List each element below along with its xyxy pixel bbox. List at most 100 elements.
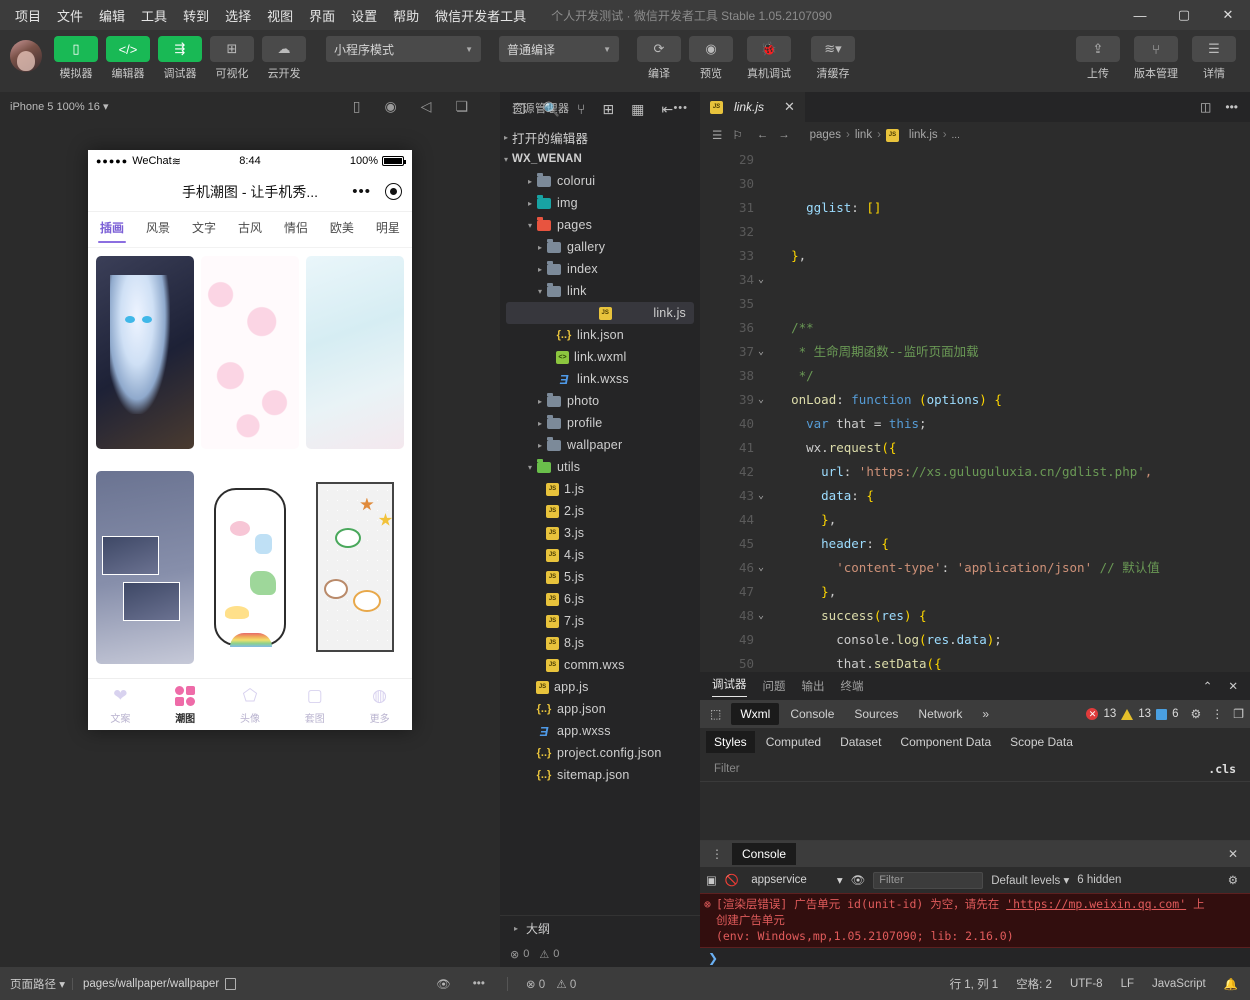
toolbar-button-details[interactable]: ☰ 详情 xyxy=(1189,36,1239,81)
outline-section[interactable]: ▸ 大纲 xyxy=(500,915,700,941)
menu-item-goto[interactable]: 转到 xyxy=(176,2,216,29)
cls-button[interactable]: .cls xyxy=(1208,762,1236,776)
devtools-tab-console[interactable]: Console xyxy=(781,703,843,725)
avatar[interactable] xyxy=(10,40,42,72)
close-icon[interactable]: ✕ xyxy=(1228,679,1238,693)
error-count[interactable]: 13 xyxy=(1103,708,1116,720)
branch-icon[interactable]: ⑂ xyxy=(577,101,585,117)
chevron-right-icon[interactable]: ▸ xyxy=(524,177,536,186)
tree-item-photo[interactable]: ▸ photo xyxy=(500,390,700,412)
tree-item-colorui[interactable]: ▸ colorui xyxy=(500,170,700,192)
console-levels-select[interactable]: Default levels ▾ xyxy=(991,873,1069,887)
phone-tabbar-item-more[interactable]: ◍ 更多 xyxy=(347,685,412,725)
editor-tab-linkjs[interactable]: JS link.js ✕ xyxy=(700,92,805,122)
kebab-icon[interactable]: ⋮ xyxy=(706,847,728,861)
wallpaper-item[interactable] xyxy=(201,256,299,449)
phone-tab-celebrity[interactable]: 明星 xyxy=(376,219,400,240)
live-expression-icon[interactable]: 👁 xyxy=(851,873,866,887)
tree-item-link-wxss[interactable]: ▸Ǝlink.wxss xyxy=(500,368,700,390)
panel-tab-output[interactable]: 输出 xyxy=(802,678,825,694)
close-circle-icon[interactable] xyxy=(385,183,402,200)
phone-rotate-icon[interactable]: ▯ xyxy=(353,98,361,115)
panel-tab-debugger[interactable]: 调试器 xyxy=(712,676,747,697)
tree-item-app-json[interactable]: ▸{..}app.json xyxy=(500,698,700,720)
gear-icon[interactable]: ⚙ xyxy=(1228,873,1244,887)
phone-tabbar-item-wenan[interactable]: ❤ 文案 xyxy=(88,685,153,725)
tree-item-wallpaper[interactable]: ▸ wallpaper xyxy=(500,434,700,456)
kebab-icon[interactable]: ⋮ xyxy=(1211,707,1223,721)
screenshot-icon[interactable]: ❏ xyxy=(455,98,468,115)
styles-filter-input[interactable]: Filter xyxy=(714,763,740,775)
phone-tabbar-item-chaotu[interactable]: 潮图 xyxy=(153,685,218,725)
error-link[interactable]: 'https://mp.weixin.qq.com' xyxy=(1006,897,1186,911)
cursor-position[interactable]: 行 1, 列 1 xyxy=(950,976,999,992)
menu-item-select[interactable]: 选择 xyxy=(218,2,258,29)
tree-item-project-config-json[interactable]: ▸{..}project.config.json xyxy=(500,742,700,764)
clear-console-icon[interactable]: 🚫 xyxy=(725,873,739,887)
phone-tabbar-item-taotu[interactable]: ▢ 套图 xyxy=(282,685,347,725)
eye-icon[interactable]: 👁 xyxy=(436,977,451,991)
console-context-select[interactable]: appservice ▾ xyxy=(747,873,842,887)
login-icon[interactable]: ⇤ xyxy=(661,101,673,118)
bell-icon[interactable]: 🔔 xyxy=(1224,977,1238,991)
more-icon[interactable]: ••• xyxy=(1225,100,1238,114)
styles-tab-scope[interactable]: Scope Data xyxy=(1002,731,1081,753)
wallpaper-item[interactable] xyxy=(306,256,404,449)
styles-tab-styles[interactable]: Styles xyxy=(706,731,755,753)
breadcrumb-pages[interactable]: pages xyxy=(810,129,841,141)
eol-setting[interactable]: LF xyxy=(1121,978,1134,990)
phone-tab-couple[interactable]: 情侣 xyxy=(284,219,308,240)
warning-count[interactable]: 13 xyxy=(1138,708,1151,720)
menu-item-devtools[interactable]: 微信开发者工具 xyxy=(428,2,533,29)
tree-open-editors[interactable]: ▸ 打开的编辑器 xyxy=(500,126,700,148)
chevron-down-icon[interactable]: ▾ xyxy=(534,287,546,296)
tree-item-gallery[interactable]: ▸ gallery xyxy=(500,236,700,258)
styles-tab-dataset[interactable]: Dataset xyxy=(832,731,889,753)
tree-item-7-js[interactable]: ▸JS7.js xyxy=(500,610,700,632)
phone-tab-text[interactable]: 文字 xyxy=(192,219,216,240)
back-arrow-icon[interactable]: ← xyxy=(757,129,769,141)
mode-select[interactable]: 小程序模式 ▼ xyxy=(326,36,481,62)
wallpaper-item[interactable] xyxy=(96,470,194,664)
menu-item-file[interactable]: 文件 xyxy=(50,2,90,29)
language-mode[interactable]: JavaScript xyxy=(1152,978,1206,990)
extensions-icon[interactable]: ⊞ xyxy=(602,101,614,118)
panel-tab-problems[interactable]: 问题 xyxy=(763,678,786,694)
record-icon[interactable]: ◉ xyxy=(384,98,396,115)
dock-icon[interactable]: ❐ xyxy=(1233,707,1244,721)
toolbar-button-compile[interactable]: ⟳ 编译 xyxy=(634,36,684,81)
breadcrumb-linkjs[interactable]: link.js xyxy=(909,129,938,141)
close-icon[interactable]: ✕ xyxy=(1228,847,1244,861)
tree-item-sitemap-json[interactable]: ▸{..}sitemap.json xyxy=(500,764,700,786)
tree-item-index[interactable]: ▸ index xyxy=(500,258,700,280)
tree-item-link[interactable]: ▾ link xyxy=(500,280,700,302)
tree-item-pages[interactable]: ▾ pages xyxy=(500,214,700,236)
breadcrumb-link[interactable]: link xyxy=(855,129,872,141)
inspect-element-icon[interactable]: ⬚ xyxy=(706,707,729,721)
search-icon[interactable]: 🔍 xyxy=(543,101,560,118)
styles-tab-component[interactable]: Component Data xyxy=(892,731,999,753)
drawer-tab-console[interactable]: Console xyxy=(732,843,797,865)
menu-item-tools[interactable]: 工具 xyxy=(134,2,174,29)
menu-item-settings[interactable]: 设置 xyxy=(344,2,384,29)
split-editor-icon[interactable]: ◫ xyxy=(1200,100,1211,114)
toolbar-button-editor[interactable]: </> 编辑器 xyxy=(103,36,153,81)
chevron-down-icon[interactable]: ▾ xyxy=(524,463,536,472)
phone-tab-western[interactable]: 欧美 xyxy=(330,219,354,240)
console-filter-input[interactable]: Filter xyxy=(873,871,984,889)
menu-item-edit[interactable]: 编辑 xyxy=(92,2,132,29)
menu-item-interface[interactable]: 界面 xyxy=(302,2,342,29)
menu-item-help[interactable]: 帮助 xyxy=(386,2,426,29)
tree-item-3-js[interactable]: ▸JS3.js xyxy=(500,522,700,544)
tree-item-app-js[interactable]: ▸JSapp.js xyxy=(500,676,700,698)
chevron-right-icon[interactable]: ▸ xyxy=(524,199,536,208)
more-icon[interactable]: ••• xyxy=(352,183,371,200)
wallpaper-item[interactable] xyxy=(96,256,194,449)
breadcrumb-more[interactable]: ... xyxy=(952,130,960,141)
chevron-right-icon[interactable]: ▸ xyxy=(534,441,546,450)
tree-item-1-js[interactable]: ▸JS1.js xyxy=(500,478,700,500)
tree-item-app-wxss[interactable]: ▸Ǝapp.wxss xyxy=(500,720,700,742)
toolbar-button-upload[interactable]: ⇪ 上传 xyxy=(1073,36,1123,81)
toolbar-button-version[interactable]: ⑂ 版本管理 xyxy=(1125,36,1187,81)
chevron-right-icon[interactable]: ▸ xyxy=(534,243,546,252)
